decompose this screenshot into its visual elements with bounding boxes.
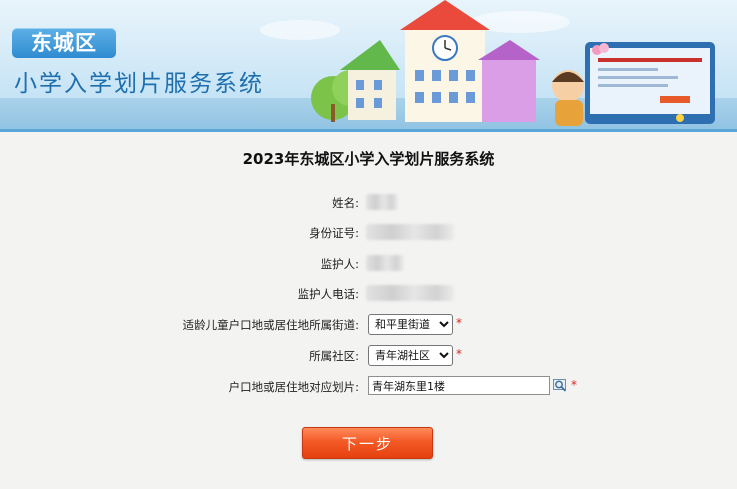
header-banner: 东城区 小学入学划片服务系统 (0, 0, 737, 132)
banner-system-title: 小学入学划片服务系统 (14, 71, 264, 97)
street-required-mark: * (456, 316, 462, 330)
district-name: 东城区 (31, 31, 97, 55)
zone-input[interactable] (368, 376, 550, 395)
banner-divider (0, 129, 737, 132)
row-id-number: 身份证号: (0, 222, 737, 244)
community-label: 所属社区: (309, 349, 359, 363)
row-zone: 户口地或居住地对应划片: * (0, 376, 737, 398)
zone-required-mark: * (571, 378, 577, 392)
community-select[interactable]: 青年湖社区 (368, 345, 453, 366)
id-number-label: 身份证号: (309, 226, 359, 240)
guardian-phone-value-redacted (366, 285, 454, 301)
page-title: 2023年东城区小学入学划片服务系统 (242, 150, 495, 168)
guardian-value-redacted (366, 255, 404, 271)
community-required-mark: * (456, 347, 462, 361)
street-select[interactable]: 和平里街道 (368, 314, 453, 335)
name-label: 姓名: (332, 196, 359, 210)
next-step-button[interactable]: 下一步 (302, 427, 433, 459)
street-label: 适龄儿童户口地或居住地所属街道: (182, 318, 359, 332)
row-guardian-phone: 监护人电话: (0, 283, 737, 305)
row-community: 所属社区: 青年湖社区 * (0, 345, 737, 367)
id-number-value-redacted (366, 224, 454, 240)
guardian-label: 监护人: (320, 257, 359, 271)
district-tag: 东城区 (12, 28, 116, 58)
row-street: 适龄儿童户口地或居住地所属街道: 和平里街道 * (0, 314, 737, 336)
row-guardian: 监护人: (0, 253, 737, 275)
row-name: 姓名: (0, 192, 737, 214)
name-value-redacted (366, 194, 398, 210)
guardian-phone-label: 监护人电话: (297, 287, 359, 301)
zone-label: 户口地或居住地对应划片: (228, 380, 359, 394)
search-icon[interactable] (553, 378, 568, 393)
